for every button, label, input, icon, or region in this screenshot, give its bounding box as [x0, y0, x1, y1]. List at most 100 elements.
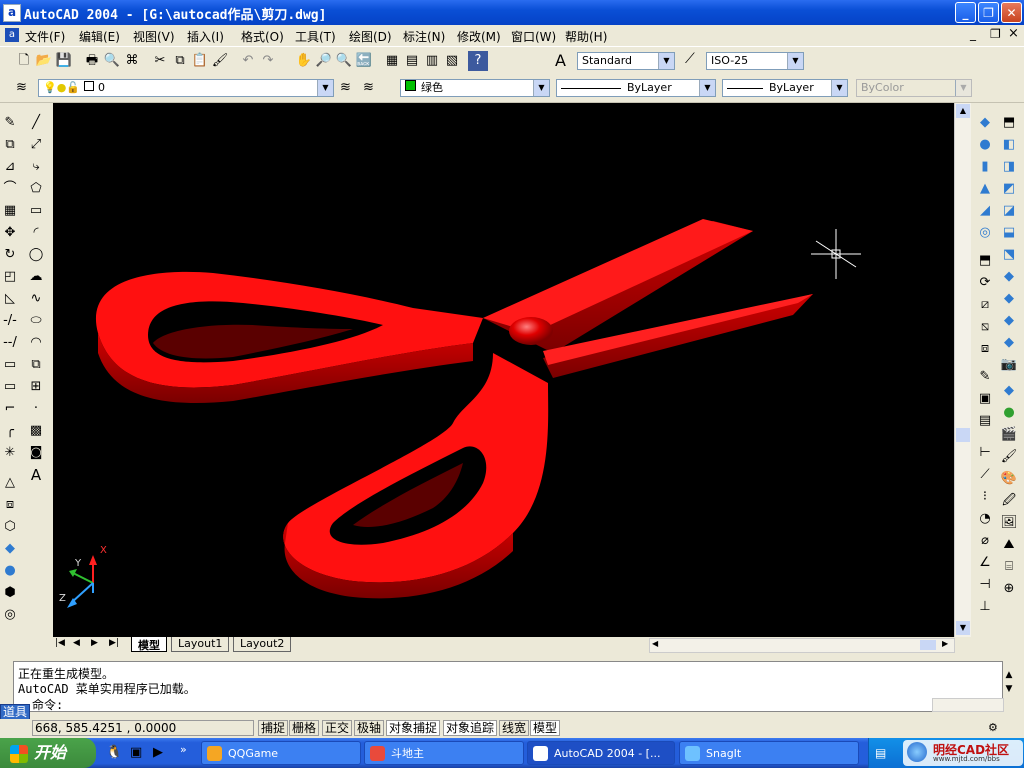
prev-tab-arrow[interactable]: ◀	[73, 638, 80, 648]
fillet-icon[interactable]: ╭	[0, 420, 20, 442]
document-icon[interactable]: a	[5, 28, 19, 42]
lineweight-toggle[interactable]: 线宽	[499, 720, 530, 736]
minimize-button[interactable]: _	[955, 2, 976, 23]
dim-style-select[interactable]: ISO-25 ▼	[706, 52, 804, 70]
spline-icon[interactable]: ∿	[26, 288, 46, 310]
rectangle-icon[interactable]: ▭	[26, 200, 46, 222]
menu-format[interactable]: 格式(O)	[241, 28, 284, 45]
palette-icon[interactable]: 🎨	[999, 468, 1019, 490]
torus-solid-icon[interactable]: ◎	[975, 222, 995, 244]
menu-view[interactable]: 视图(V)	[133, 28, 175, 45]
scroll-left-arrow[interactable]: ◀	[652, 639, 658, 648]
render-preferences-icon[interactable]: ◆	[999, 380, 1019, 402]
hide-icon[interactable]: ⬒	[999, 112, 1019, 134]
media-quicklaunch-icon[interactable]: ▣	[130, 745, 142, 760]
background-icon[interactable]: ◆	[999, 288, 1019, 310]
edit-image-icon[interactable]: 🖉	[999, 490, 1019, 512]
circle-icon[interactable]: ◯	[26, 244, 46, 266]
arc-icon[interactable]: ◜	[26, 222, 46, 244]
offset-icon[interactable]: ⌒	[0, 178, 20, 200]
first-tab-arrow[interactable]: |◀	[55, 638, 65, 648]
region-icon[interactable]: △	[0, 472, 20, 494]
new-landscape-icon[interactable]: ◆	[999, 332, 1019, 354]
tool-palettes-icon[interactable]: ▥	[422, 51, 442, 71]
tab-layout1[interactable]: Layout1	[171, 637, 230, 652]
lights-icon[interactable]: ◪	[999, 200, 1019, 222]
command-window[interactable]: 正在重生成模型。 AutoCAD 菜单实用程序已加载。 命令:	[13, 661, 1004, 713]
menu-modify[interactable]: 修改(M)	[457, 28, 501, 45]
continue-dim-icon[interactable]: ⊥	[975, 596, 995, 618]
setup-profile-icon[interactable]: ▤	[975, 410, 995, 432]
quicklaunch-more-icon[interactable]: »	[180, 743, 187, 756]
center-mark-icon[interactable]: ⊕	[999, 578, 1019, 600]
mirror-icon[interactable]: ⊿	[0, 156, 20, 178]
osnap-toggle[interactable]: 对象捕捉	[386, 720, 441, 736]
otrack-toggle[interactable]: 对象追踪	[443, 720, 498, 736]
setup-drawing-icon[interactable]: ✎	[975, 366, 995, 388]
menu-tools[interactable]: 工具(T)	[295, 28, 336, 45]
ellipse-icon[interactable]: ⬭	[26, 310, 46, 332]
menu-draw[interactable]: 绘图(D)	[349, 28, 392, 45]
revision-cloud-icon[interactable]: ☁	[26, 266, 46, 288]
extrude-icon[interactable]: ⬒	[975, 250, 995, 272]
cylinder-icon[interactable]: ▮	[975, 156, 995, 178]
vertical-scrollbar[interactable]: ▲ ▼	[954, 103, 971, 637]
array-icon[interactable]: ▦	[0, 200, 20, 222]
paste-icon[interactable]: 📋	[190, 51, 210, 71]
chamfer-icon[interactable]: ⌐	[0, 398, 20, 420]
network-tray-icon[interactable]: ▤	[875, 746, 886, 760]
open-file-icon[interactable]: 📂	[34, 51, 54, 71]
close-button[interactable]: ✕	[1001, 2, 1022, 23]
plotstyle-select[interactable]: ByColor ▼	[856, 79, 972, 97]
brush-icon[interactable]: 🖌	[999, 446, 1019, 468]
task-doudizhu[interactable]: 斗地主	[364, 741, 524, 765]
command-scroll-arrows[interactable]: ▲ ▼	[1002, 668, 1016, 698]
materials-library-icon[interactable]: ⬔	[999, 244, 1019, 266]
zoom-previous-icon[interactable]: 🔙	[354, 51, 374, 71]
break-at-point-icon[interactable]: ▭	[0, 376, 20, 398]
task-autocad[interactable]: AutoCAD 2004 - [...	[527, 741, 675, 765]
diameter-dim-icon[interactable]: ⌀	[975, 530, 995, 552]
design-center-icon[interactable]: ▤	[402, 51, 422, 71]
setup-view-icon[interactable]: ▣	[975, 388, 995, 410]
explode-icon[interactable]: ✳	[0, 442, 20, 464]
scenes-icon[interactable]: ◩	[999, 178, 1019, 200]
tab-layout2[interactable]: Layout2	[233, 637, 292, 652]
help-icon[interactable]: ?	[468, 51, 488, 71]
scroll-down-arrow[interactable]: ▼	[956, 621, 970, 635]
make-block-icon[interactable]: ⊞	[26, 376, 46, 398]
render-icon[interactable]: ◨	[999, 156, 1019, 178]
vertical-scroll-thumb[interactable]	[956, 428, 970, 442]
print-icon[interactable]: 🖶	[82, 51, 102, 71]
markup-icon[interactable]: ▧	[442, 51, 462, 71]
cone-icon[interactable]: ▲	[975, 178, 995, 200]
color-select[interactable]: 绿色 ▼	[400, 79, 550, 97]
radius-dim-icon[interactable]: ◔	[975, 508, 995, 530]
extend-icon[interactable]: --/	[0, 332, 20, 354]
baseline-dim-icon[interactable]: ⊣	[975, 574, 995, 596]
line-icon[interactable]: ╱	[26, 112, 46, 134]
scale-icon[interactable]: ◰	[0, 266, 20, 288]
redo-icon[interactable]: ↷	[258, 51, 278, 71]
new-file-icon[interactable]: 🗋	[14, 51, 34, 71]
text-style-select[interactable]: Standard ▼	[577, 52, 675, 70]
pan-icon[interactable]: ✋	[294, 51, 314, 71]
menu-insert[interactable]: 插入(I)	[187, 28, 224, 45]
interfere-icon[interactable]: ⧈	[975, 338, 995, 360]
construction-line-icon[interactable]: ⤢	[26, 134, 46, 156]
lineweight-select[interactable]: ByLayer ▼	[722, 79, 848, 97]
cut-icon[interactable]: ✂	[150, 51, 170, 71]
command-prompt[interactable]: 命令:	[32, 696, 63, 713]
section-icon[interactable]: ⧅	[975, 316, 995, 338]
menu-help[interactable]: 帮助(H)	[565, 28, 607, 45]
autocad-app-icon[interactable]: a	[3, 4, 21, 22]
ellipse-arc-icon[interactable]: ◠	[26, 332, 46, 354]
erase-icon[interactable]: ✎	[0, 112, 20, 134]
zoom-realtime-icon[interactable]: 🔎	[314, 51, 334, 71]
make-object-layer-current-icon[interactable]: ≋	[340, 80, 351, 95]
cube-icon[interactable]: ◆	[0, 538, 20, 560]
region-draw-icon[interactable]: ◙	[26, 442, 46, 464]
player-quicklaunch-icon[interactable]: ▶	[153, 745, 163, 760]
materials-icon[interactable]: ⬓	[999, 222, 1019, 244]
task-snagit[interactable]: SnagIt	[679, 741, 859, 765]
